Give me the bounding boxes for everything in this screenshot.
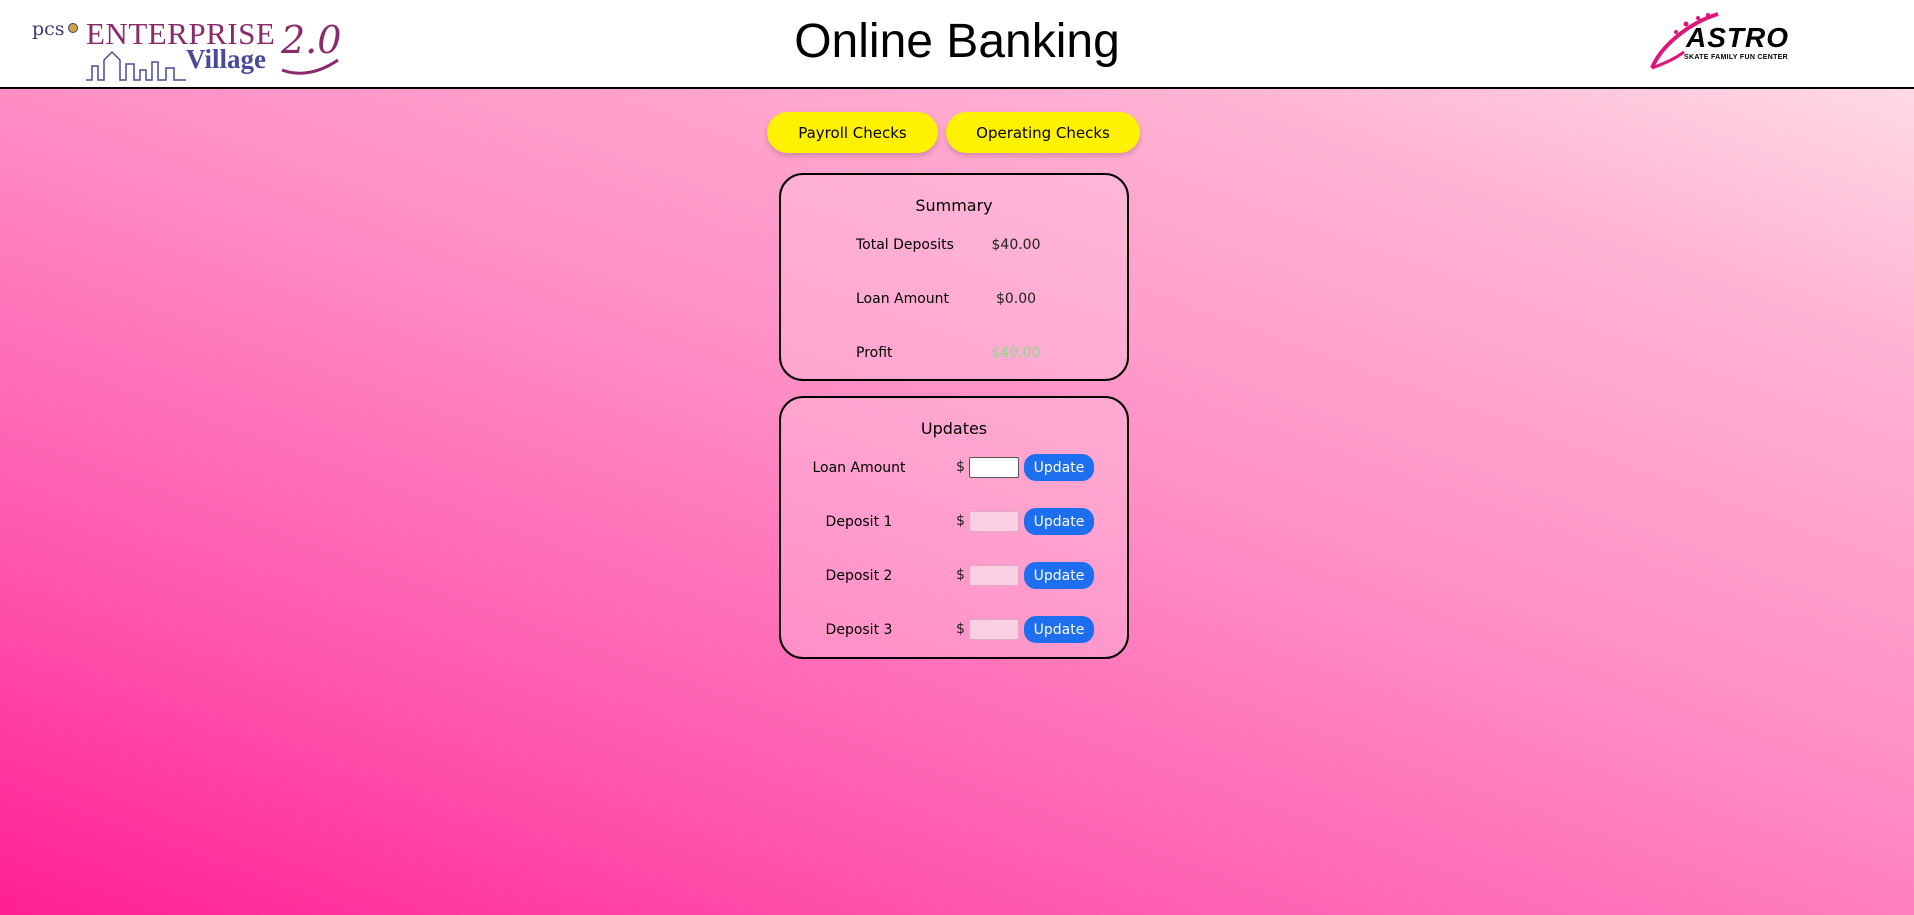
summary-profit-value: $40.00 [991, 345, 1041, 361]
astro-logo-text: ASTRO [1686, 22, 1789, 53]
deposit-3-input[interactable] [969, 619, 1019, 640]
summary-loan-amount-label: Loan Amount [856, 291, 950, 307]
payroll-checks-button[interactable]: Payroll Checks [767, 112, 938, 153]
update-loan-amount-label: Loan Amount [812, 460, 906, 476]
summary-total-deposits-value: $40.00 [991, 237, 1041, 253]
summary-loan-amount-value: $0.00 [995, 291, 1037, 307]
updates-title: Updates [920, 419, 988, 438]
update-deposit-3-label: Deposit 3 [825, 622, 893, 638]
deposit-2-input[interactable] [969, 565, 1019, 586]
updates-panel: Updates Loan Amount $ Update Deposit 1 $… [779, 396, 1129, 659]
update-deposit-2-currency: $ [956, 567, 965, 583]
operating-checks-button[interactable]: Operating Checks [946, 112, 1140, 153]
summary-panel: Summary Total Deposits $40.00 Loan Amoun… [779, 173, 1129, 381]
update-deposit-1-button[interactable]: Update [1024, 508, 1094, 535]
summary-title: Summary [915, 196, 993, 215]
update-deposit-1-label: Deposit 1 [825, 514, 893, 530]
astro-tagline-text: SKATE FAMILY FUN CENTER [1684, 54, 1789, 61]
update-loan-currency: $ [956, 459, 965, 475]
deposit-1-input[interactable] [969, 511, 1019, 532]
update-deposit-3-currency: $ [956, 621, 965, 637]
astro-logo[interactable]: ASTRO SKATE FAMILY FUN CENTER [1646, 10, 1806, 74]
update-loan-amount-button[interactable]: Update [1024, 454, 1094, 481]
loan-amount-input[interactable] [969, 457, 1019, 478]
update-deposit-3-button[interactable]: Update [1024, 616, 1094, 643]
update-deposit-1-currency: $ [956, 513, 965, 529]
update-deposit-2-label: Deposit 2 [825, 568, 893, 584]
summary-total-deposits-label: Total Deposits [856, 237, 954, 253]
update-deposit-2-button[interactable]: Update [1024, 562, 1094, 589]
summary-profit-label: Profit [856, 345, 893, 361]
header-bar: pcs ENTERPRISE Village 2.0 Online Bankin… [0, 0, 1914, 89]
page-title: Online Banking [794, 15, 1120, 68]
